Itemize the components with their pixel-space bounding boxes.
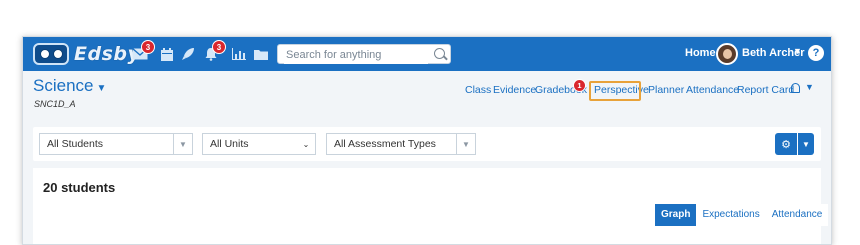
students-summary-panel: 20 students Graph Expectations Attendanc… <box>33 168 829 244</box>
chart-icon[interactable] <box>229 45 249 63</box>
assessment-types-select-value: All Assessment Types <box>334 138 436 150</box>
notifications-bell-icon[interactable]: 3 <box>201 40 226 63</box>
chevron-down-icon[interactable]: ▼ <box>456 134 475 154</box>
students-select[interactable]: All Students ▼ <box>39 133 193 155</box>
course-code: SNC1D_A <box>34 99 76 109</box>
search-box <box>277 44 451 64</box>
chevron-down-icon[interactable]: ▼ <box>805 82 814 92</box>
calendar-icon[interactable] <box>157 45 177 63</box>
search-input[interactable] <box>284 46 428 64</box>
mail-badge: 3 <box>141 40 155 54</box>
view-tabs: Graph Expectations Attendance <box>655 204 829 226</box>
chevron-down-icon[interactable]: ⌄ <box>297 134 315 154</box>
course-title-text: Science <box>33 76 94 95</box>
rocket-icon[interactable] <box>178 45 198 63</box>
nav-planner[interactable]: Planner <box>648 84 684 96</box>
edsby-logo[interactable]: Edsby <box>33 42 140 66</box>
search-icon[interactable] <box>434 48 445 59</box>
logo-mark <box>33 43 69 65</box>
assessment-types-select[interactable]: All Assessment Types ▼ <box>326 133 476 155</box>
gear-icon: ⚙ <box>781 138 791 151</box>
app-window: Edsby 3 3 Home Beth Archer ▼ ? <box>22 36 832 245</box>
units-select[interactable]: All Units ⌄ <box>202 133 316 155</box>
nav-report-card[interactable]: Report Card <box>737 84 794 96</box>
student-count: 20 students <box>43 180 116 195</box>
settings-dropdown-button[interactable]: ▼ <box>798 133 814 155</box>
tab-expectations[interactable]: Expectations <box>696 204 766 226</box>
nav-attendance[interactable]: Attendance <box>686 84 739 96</box>
course-header: Science ▼ SNC1D_A Class Evidence Gradeboo… <box>23 71 831 123</box>
course-title[interactable]: Science ▼ <box>33 76 106 96</box>
top-navigation-bar: Edsby 3 3 Home Beth Archer ▼ ? <box>23 37 831 71</box>
notifications-badge: 3 <box>212 40 226 54</box>
students-select-value: All Students <box>47 138 104 150</box>
avatar[interactable] <box>716 43 738 65</box>
course-bell-icon[interactable] <box>791 83 800 93</box>
settings-gear-button[interactable]: ⚙ <box>775 133 797 155</box>
folder-icon[interactable] <box>251 45 271 63</box>
nav-class[interactable]: Class <box>465 84 491 96</box>
filter-panel: All Students ▼ All Units ⌄ All Assessmen… <box>33 127 821 161</box>
help-icon[interactable]: ? <box>808 45 824 61</box>
nav-evidence[interactable]: Evidence <box>493 84 536 96</box>
tab-graph[interactable]: Graph <box>655 204 697 226</box>
home-link[interactable]: Home <box>685 47 716 59</box>
mail-icon[interactable]: 3 <box>130 40 155 63</box>
units-select-value: All Units <box>210 138 249 150</box>
chevron-down-icon: ▼ <box>802 139 810 149</box>
tab-attendance[interactable]: Attendance <box>765 204 829 226</box>
chevron-down-icon[interactable]: ▼ <box>96 83 106 94</box>
gradebook-badge: 1 <box>573 79 586 92</box>
chevron-down-icon[interactable]: ▼ <box>793 46 802 56</box>
perspective-highlight <box>589 81 641 101</box>
chevron-down-icon[interactable]: ▼ <box>173 134 192 154</box>
